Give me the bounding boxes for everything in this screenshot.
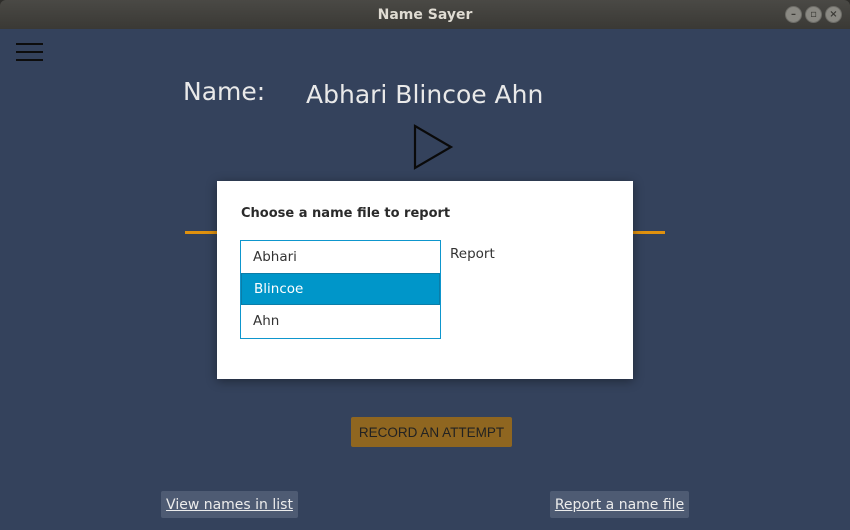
list-item[interactable]: Ahn — [241, 305, 440, 337]
play-icon[interactable] — [412, 124, 454, 170]
list-item[interactable]: Abhari — [241, 241, 440, 273]
window-titlebar: Name Sayer – ▫ × — [0, 0, 850, 29]
minimize-icon[interactable]: – — [785, 6, 802, 23]
report-button[interactable]: Report — [450, 246, 495, 262]
close-icon[interactable]: × — [825, 6, 842, 23]
record-attempt-button[interactable]: RECORD AN ATTEMPT — [351, 417, 512, 447]
progress-line-left — [185, 231, 218, 234]
maximize-icon[interactable]: ▫ — [805, 6, 822, 23]
progress-line-right — [633, 231, 665, 234]
view-names-button[interactable]: View names in list — [161, 491, 298, 518]
window-title: Name Sayer — [377, 6, 473, 23]
menu-icon[interactable] — [16, 43, 43, 61]
list-item-selected[interactable]: Blincoe — [241, 273, 440, 305]
report-name-file-button[interactable]: Report a name file — [550, 491, 689, 518]
name-label: Name: — [183, 77, 266, 106]
name-file-list[interactable]: Abhari Blincoe Ahn — [240, 240, 441, 339]
report-dialog: Choose a name file to report Abhari Blin… — [217, 181, 633, 379]
dialog-title: Choose a name file to report — [241, 206, 451, 221]
window-controls: – ▫ × — [785, 6, 842, 23]
name-value: Abhari Blincoe Ahn — [306, 80, 544, 109]
